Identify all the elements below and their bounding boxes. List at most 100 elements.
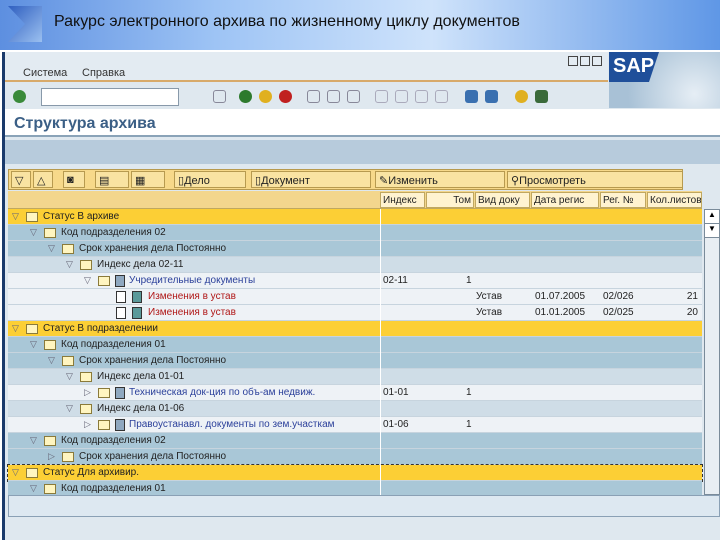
col-reg-date[interactable]: Дата регис [531,192,599,208]
tree-row[interactable]: ▽ Индекс дела 02-11 [8,257,702,273]
expand-toggle-icon[interactable]: ▷ [84,387,91,398]
expand-toggle-icon[interactable]: ▽ [66,371,73,382]
node-label[interactable]: Код подразделения 01 [61,483,166,494]
save-icon[interactable] [213,90,226,103]
tree-row[interactable]: ▽ Код подразделения 02 [8,433,702,449]
tree-row[interactable]: ▽ Код подразделения 01 [8,337,702,353]
scroll-down-icon[interactable]: ▼ [705,224,719,238]
command-field[interactable] [41,88,179,106]
layout-menu-icon[interactable] [535,90,548,103]
expand-toggle-icon[interactable]: ▽ [12,323,19,334]
tree-row[interactable]: ▽ Индекс дела 01-06 [8,401,702,417]
node-label[interactable]: Срок хранения дела Постоянно [79,243,226,254]
node-label[interactable]: Изменения в устав [148,291,236,302]
folder-icon [62,356,74,366]
cell-3: 01.01.2005 [535,307,586,318]
cell-5: 20 [686,307,698,318]
close-icon[interactable] [592,56,602,66]
find-next-icon[interactable] [347,90,360,103]
tree-row[interactable]: ▽ Статус В архиве [8,209,702,225]
node-label[interactable]: Срок хранения дела Постоянно [79,451,226,462]
expand-toggle-icon[interactable]: ▽ [12,211,19,222]
expand-toggle-icon[interactable]: ▽ [48,243,55,254]
next-page-icon[interactable] [415,90,428,103]
col-index[interactable]: Индекс [380,192,425,208]
tree-row[interactable]: ▽ Код подразделения 02 [8,225,702,241]
expand-toggle-icon[interactable]: ▷ [84,419,91,430]
node-label[interactable]: Техническая док-ция по объ-ам недвиж. [129,387,315,398]
tree-row[interactable]: ▽ Срок хранения дела Постоянно [8,353,702,369]
tree-row[interactable]: ▷ Техническая док-ция по объ-ам недвиж. 01… [8,385,702,401]
tree-row[interactable]: Изменения в устав Устав 01.01.2005 02/025 20 [8,305,702,321]
tree-row[interactable]: ▽ Индекс дела 01-01 [8,369,702,385]
print-icon[interactable] [307,90,320,103]
document-version-icon [132,291,142,303]
menu-help[interactable]: Справка [82,67,125,79]
tree-row[interactable]: ▽ Учредительные документы 02-11 1 [8,273,702,289]
tree-header: Индекс Том Вид доку Дата регис Рег. № Ко… [8,191,702,209]
case-button[interactable]: ▯Дело [174,171,246,188]
tree-row[interactable]: Изменения в устав Устав 01.07.2005 02/026 21 [8,289,702,305]
tree-row[interactable]: ▽ Статус В подразделении [8,321,702,337]
col-doc-type[interactable]: Вид доку [475,192,530,208]
collapse-all-icon[interactable]: △ [33,171,53,188]
node-label[interactable]: Индекс дела 01-06 [97,403,184,414]
enter-icon[interactable] [13,90,26,103]
tree-row[interactable]: ▽ Статус Для архивир. [7,464,703,482]
col-volume[interactable]: Том [426,192,474,208]
tree-row[interactable]: ▽ Срок хранения дела Постоянно [8,241,702,257]
node-label[interactable]: Код подразделения 02 [61,435,166,446]
vertical-scrollbar[interactable]: ▲ ▼ [704,209,720,495]
view-button[interactable]: ⚲Просмотреть [507,171,683,188]
prev-page-icon[interactable] [395,90,408,103]
logo-icon [8,6,42,42]
cancel-icon[interactable] [279,90,292,103]
expand-toggle-icon[interactable]: ▽ [66,259,73,270]
minimize-icon[interactable] [568,56,578,66]
expand-toggle-icon[interactable]: ▽ [66,403,73,414]
node-label[interactable]: Индекс дела 01-01 [97,371,184,382]
back-icon[interactable] [239,90,252,103]
document-icon [116,307,126,319]
cell-2: Устав [476,291,503,302]
node-label[interactable]: Код подразделения 01 [61,339,166,350]
expand-toggle-icon[interactable]: ▽ [12,467,19,478]
exit-icon[interactable] [259,90,272,103]
node-label[interactable]: Статус Для архивир. [43,467,139,478]
expand-toggle-icon[interactable]: ▷ [48,451,55,462]
print-preview-icon[interactable]: ▤ [95,171,129,188]
col-reg-number[interactable]: Рег. № [600,192,646,208]
tree-row[interactable]: ▷ Правоустанавл. документы по зем.участка… [8,417,702,433]
expand-all-icon[interactable]: ▽ [11,171,31,188]
expand-toggle-icon[interactable]: ▽ [30,227,37,238]
tree-row[interactable]: ▷ Срок хранения дела Постоянно [8,449,702,465]
expand-toggle-icon[interactable]: ▽ [30,339,37,350]
find-icon[interactable] [327,90,340,103]
maximize-icon[interactable] [580,56,590,66]
folder-icon [80,372,92,382]
expand-toggle-icon[interactable]: ▽ [84,275,91,286]
expand-toggle-icon[interactable]: ▽ [48,355,55,366]
new-session-icon[interactable] [465,90,478,103]
expand-toggle-icon[interactable]: ▽ [30,435,37,446]
binoculars-icon[interactable]: ◙ [63,171,85,188]
scroll-up-icon[interactable]: ▲ [705,210,719,224]
node-label[interactable]: Правоустанавл. документы по зем.участкам [129,419,335,430]
document-button[interactable]: ▯Документ [251,171,371,188]
menu-system[interactable]: Система [23,67,67,79]
node-label[interactable]: Срок хранения дела Постоянно [79,355,226,366]
node-label[interactable]: Статус В подразделении [43,323,158,334]
expand-toggle-icon[interactable]: ▽ [30,483,37,494]
last-page-icon[interactable] [435,90,448,103]
shortcut-icon[interactable] [485,90,498,103]
node-label[interactable]: Код подразделения 02 [61,227,166,238]
node-label[interactable]: Изменения в устав [148,307,236,318]
col-sheets[interactable]: Кол.листов [647,192,702,208]
node-label[interactable]: Статус В архиве [43,211,119,222]
node-label[interactable]: Учредительные документы [129,275,255,286]
change-button[interactable]: ✎Изменить [375,171,505,188]
help-icon[interactable] [515,90,528,103]
node-label[interactable]: Индекс дела 02-11 [97,259,183,270]
table-view-icon[interactable]: ▦ [131,171,165,188]
first-page-icon[interactable] [375,90,388,103]
